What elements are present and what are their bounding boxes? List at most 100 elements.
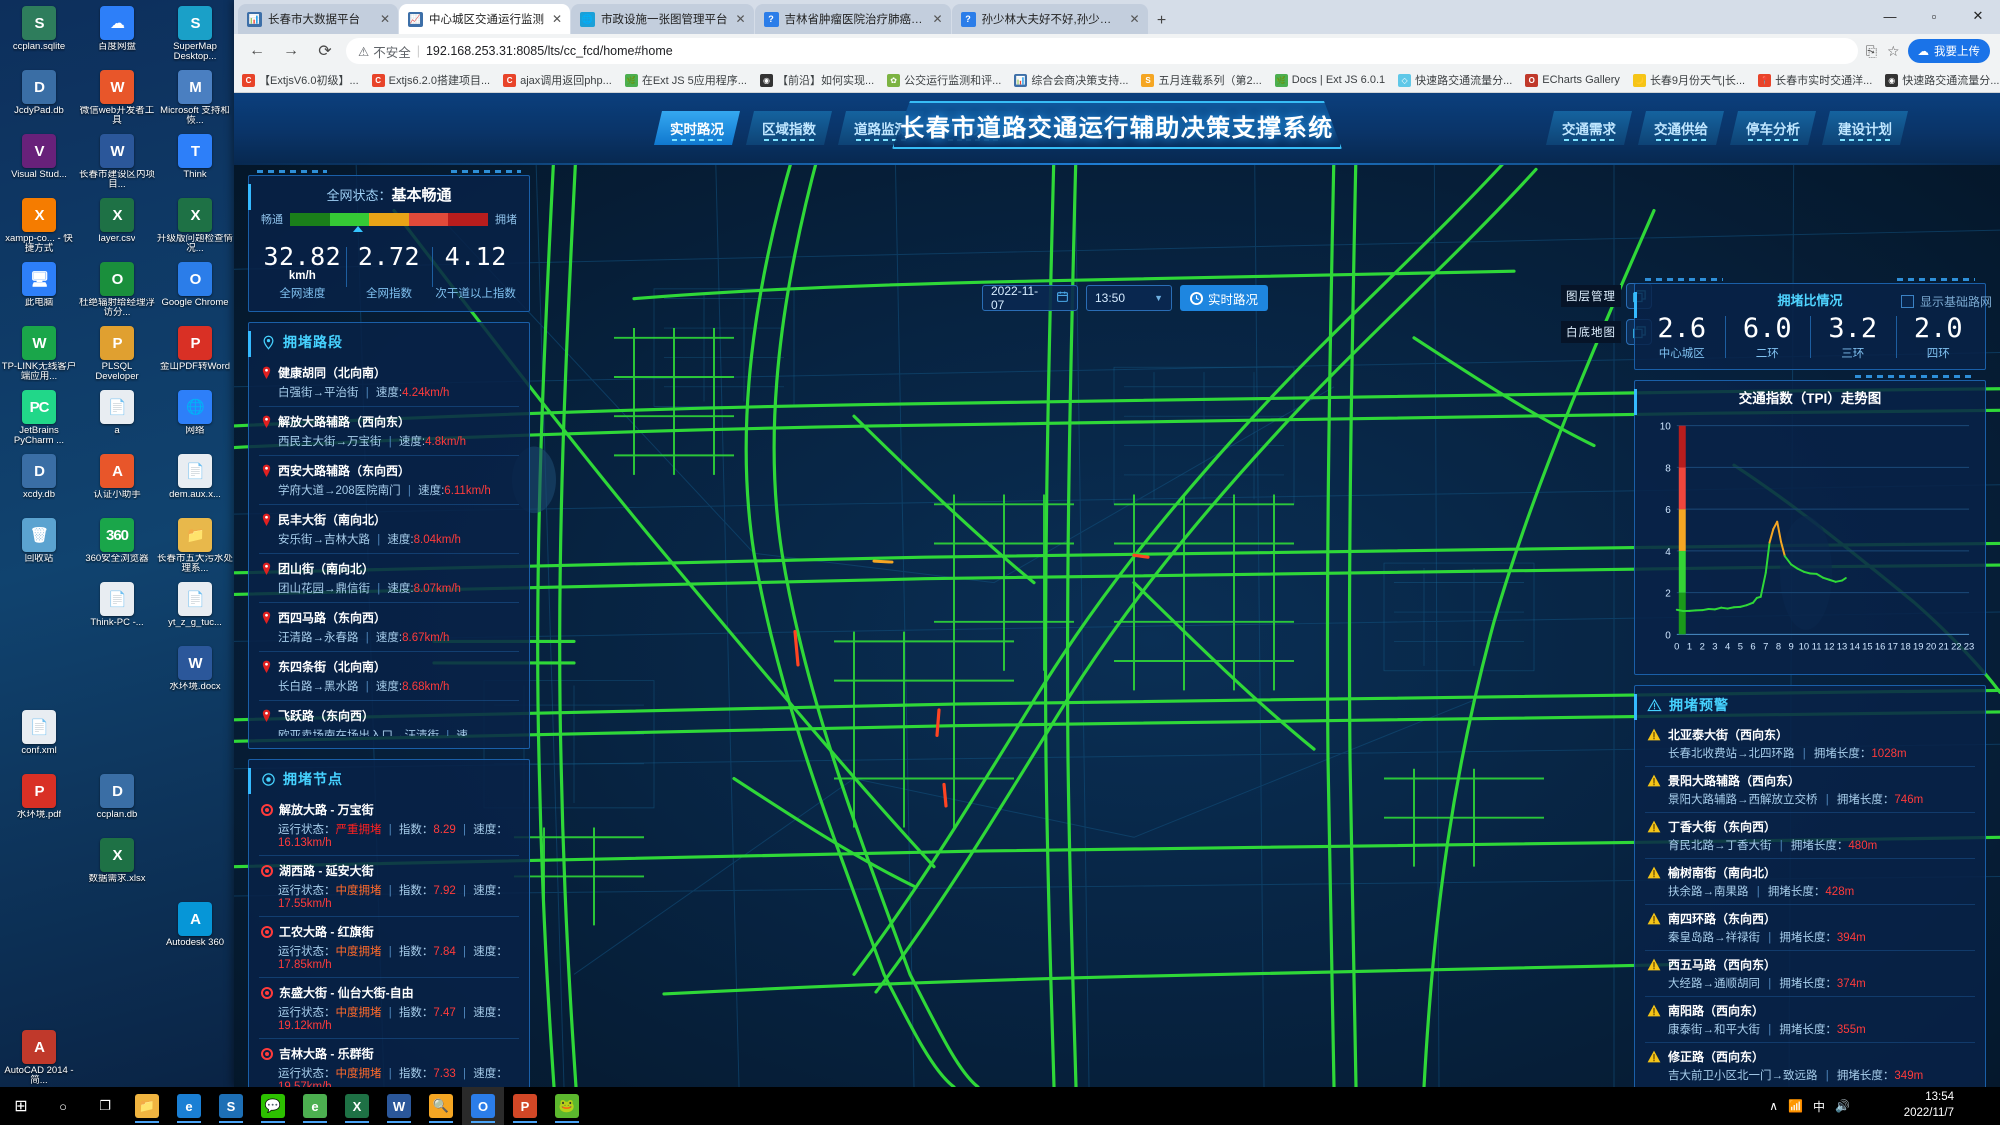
desktop-icon[interactable]: S SuperMap Desktop... bbox=[156, 4, 234, 68]
tray-icon[interactable]: 中 bbox=[1813, 1098, 1825, 1115]
bookmark-item[interactable]: ◉ 【前沿】如何实现... bbox=[760, 72, 874, 88]
maximize-button[interactable]: ▫ bbox=[1912, 0, 1956, 32]
tab-close-icon[interactable]: ✕ bbox=[378, 12, 392, 26]
time-select[interactable]: 13:50 ▼ bbox=[1086, 285, 1172, 311]
taskbar-task-view[interactable]: ❐ bbox=[84, 1087, 126, 1125]
realtime-traffic-button[interactable]: 实时路况 bbox=[1180, 285, 1268, 311]
bookmark-star-icon[interactable]: ☆ bbox=[1887, 43, 1900, 60]
tab-close-icon[interactable]: ✕ bbox=[1128, 12, 1142, 26]
desktop-icon[interactable]: P 金山PDF转Word bbox=[156, 324, 234, 388]
taskbar-xunlei[interactable]: 🐸 bbox=[546, 1087, 588, 1125]
taskbar-chrome[interactable]: O bbox=[462, 1087, 504, 1125]
desktop-icon[interactable]: O 杜绝辐射给经理浮访分... bbox=[78, 260, 156, 324]
nav-tab[interactable]: 建设计划 bbox=[1822, 111, 1908, 145]
tab-close-icon[interactable]: ✕ bbox=[734, 12, 748, 26]
tab-close-icon[interactable]: ✕ bbox=[550, 12, 564, 26]
desktop-icon[interactable]: PC JetBrains PyCharm ... bbox=[0, 388, 78, 452]
back-button[interactable]: ← bbox=[244, 38, 270, 64]
nav-tab[interactable]: 交通供给 bbox=[1638, 111, 1724, 145]
desktop-icon[interactable]: V Visual Stud... bbox=[0, 132, 78, 196]
desktop-icon[interactable]: A Autodesk 360 bbox=[156, 900, 234, 964]
congested-node-row[interactable]: 吉林大路 - 乐群街 运行状态：中度拥堵 | 指数：7.33 | 速度：19.5… bbox=[259, 1039, 519, 1087]
bookmark-item[interactable]: C 【ExtjsV6.0初级】... bbox=[242, 72, 359, 88]
congested-road-row[interactable]: 民丰大街（南向北） 安乐街→吉林大路 | 速度:8.04km/h bbox=[259, 505, 519, 554]
taskbar-search-tool[interactable]: 🔍 bbox=[420, 1087, 462, 1125]
bookmark-item[interactable]: ✿ 公交运行监测和评... bbox=[887, 72, 1001, 88]
tray-icon[interactable]: 📶 bbox=[1788, 1099, 1803, 1113]
bookmark-item[interactable]: 📍 长春市实时交通洋... bbox=[1758, 72, 1872, 88]
nav-tab[interactable]: 停车分析 bbox=[1730, 111, 1816, 145]
desktop-icon[interactable]: X layer.csv bbox=[78, 196, 156, 260]
desktop-icon[interactable]: D JcdyPad.db bbox=[0, 68, 78, 132]
warning-row[interactable]: 南阳路（西向东） 康泰街→和平大街 | 拥堵长度：355m bbox=[1645, 997, 1975, 1043]
congested-road-row[interactable]: 西四马路（东向西） 汪清路→永春路 | 速度:8.67km/h bbox=[259, 603, 519, 652]
desktop-icon[interactable]: 📄 Think-PC -... bbox=[78, 580, 156, 644]
desktop-icon[interactable]: X 数据需求.xlsx bbox=[78, 836, 156, 900]
taskbar-supermap[interactable]: S bbox=[210, 1087, 252, 1125]
desktop-icon[interactable]: A 认证小助手 bbox=[78, 452, 156, 516]
desktop-icon[interactable]: S ccplan.sqlite bbox=[0, 4, 78, 68]
bookmark-item[interactable]: O ECharts Gallery bbox=[1525, 74, 1620, 87]
desktop-icon[interactable]: X 升级版问题检查情况... bbox=[156, 196, 234, 260]
desktop-icon[interactable]: 📄 a bbox=[78, 388, 156, 452]
taskbar-file-explorer[interactable]: 📁 bbox=[126, 1087, 168, 1125]
warning-row[interactable]: 景阳大路辅路（西向东） 景阳大路辅路→西解放立交桥 | 拥堵长度：746m bbox=[1645, 767, 1975, 813]
warning-row[interactable]: 北亚泰大街（西向东） 长春北收费站→北四环路 | 拥堵长度：1028m bbox=[1645, 721, 1975, 767]
desktop-icon[interactable]: P PLSQL Developer bbox=[78, 324, 156, 388]
congested-road-row[interactable]: 西安大路辅路（东向西） 学府大道→208医院南门 | 速度:6.11km/h bbox=[259, 456, 519, 505]
taskbar-cortana[interactable]: ○ bbox=[42, 1087, 84, 1125]
desktop-icon[interactable]: 📄 yt_z_g_tuc... bbox=[156, 580, 234, 644]
congested-road-row[interactable]: 飞跃路（东向西） 欧亚卖场南在场出入口→汪清街 | 速度:8.75km/h bbox=[259, 701, 519, 742]
basenet-toggle[interactable]: 显示基础路网 bbox=[1901, 293, 1992, 310]
bookmark-item[interactable]: 🌙 长春9月份天气|长... bbox=[1633, 72, 1745, 88]
bookmark-item[interactable]: C ajax调用返回php... bbox=[503, 72, 612, 88]
checkbox-icon[interactable] bbox=[1901, 295, 1914, 308]
desktop-icon[interactable]: W 微信web开发者工具 bbox=[78, 68, 156, 132]
desktop-icon[interactable]: 🗑 回收站 bbox=[0, 516, 78, 580]
minimize-button[interactable]: — bbox=[1868, 0, 1912, 32]
desktop-icon[interactable]: W 长春市建设区内项目... bbox=[78, 132, 156, 196]
nav-tab[interactable]: 区域指数 bbox=[746, 111, 832, 145]
address-bar[interactable]: ⚠ 不安全 | 192.168.253.31:8085/lts/cc_fcd/h… bbox=[346, 38, 1858, 64]
congested-road-row[interactable]: 团山街（南向北） 团山花园→鼎信街 | 速度:8.07km/h bbox=[259, 554, 519, 603]
desktop-icon[interactable]: W TP-LINK无线客户端应用... bbox=[0, 324, 78, 388]
bookmark-item[interactable]: 🌿 Docs | Ext JS 6.0.1 bbox=[1275, 74, 1385, 87]
bookmark-item[interactable]: C Extjs6.2.0搭建项目... bbox=[372, 72, 490, 88]
desktop-icon[interactable]: T Think bbox=[156, 132, 234, 196]
taskbar-word[interactable]: W bbox=[378, 1087, 420, 1125]
date-picker[interactable]: 2022-11-07 bbox=[982, 285, 1078, 311]
taskbar-powerpoint[interactable]: P bbox=[504, 1087, 546, 1125]
congested-node-row[interactable]: 工农大路 - 红旗街 运行状态：中度拥堵 | 指数：7.84 | 速度：17.8… bbox=[259, 917, 519, 978]
nav-tab[interactable]: 实时路况 bbox=[654, 111, 740, 145]
taskbar-excel[interactable]: X bbox=[336, 1087, 378, 1125]
tpi-chart-plot[interactable]: 0246810012345678910111213141516171819202… bbox=[1643, 409, 1977, 667]
bookmark-item[interactable]: 🌿 在Ext JS 5应用程序... bbox=[625, 72, 747, 88]
congested-node-row[interactable]: 东盛大街 - 仙台大街-自由 运行状态：中度拥堵 | 指数：7.47 | 速度：… bbox=[259, 978, 519, 1039]
tray-icon[interactable]: ∧ bbox=[1769, 1099, 1778, 1113]
desktop-icon[interactable]: P 水环境.pdf bbox=[0, 772, 78, 836]
desktop-icon[interactable]: 🌐 网络 bbox=[156, 388, 234, 452]
congested-road-row[interactable]: 东四条街（北向南） 长白路→黑水路 | 速度:8.68km/h bbox=[259, 652, 519, 701]
nav-tab[interactable]: 交通需求 bbox=[1546, 111, 1632, 145]
tab-close-icon[interactable]: ✕ bbox=[931, 12, 945, 26]
reload-button[interactable]: ⟳ bbox=[312, 38, 338, 64]
bookmark-item[interactable]: ◇ 快速路交通流量分... bbox=[1398, 72, 1512, 88]
desktop-icon[interactable]: D xcdy.db bbox=[0, 452, 78, 516]
desktop-icon[interactable]: X xampp-co... - 快捷方式 bbox=[0, 196, 78, 260]
bookmark-item[interactable]: ◉ 快速路交通流量分... bbox=[1885, 72, 1999, 88]
congested-road-row[interactable]: 解放大路辅路（西向东） 西民主大街→万宝街 | 速度:4.8km/h bbox=[259, 407, 519, 456]
bookmark-item[interactable]: S 五月连载系列（第2... bbox=[1141, 72, 1261, 88]
start-button[interactable]: ⊞ bbox=[0, 1087, 42, 1125]
tray-icon[interactable]: 🔊 bbox=[1835, 1099, 1850, 1113]
desktop-icon[interactable]: 📁 长春市五大污水处理系... bbox=[156, 516, 234, 580]
desktop-icon[interactable]: 🖥 此电脑 bbox=[0, 260, 78, 324]
desktop-icon[interactable]: 📄 conf.xml bbox=[0, 708, 78, 772]
browser-tab[interactable]: 📊 长春市大数据平台 ✕ bbox=[238, 4, 398, 34]
desktop-icon[interactable]: M Microsoft 支持和恢... bbox=[156, 68, 234, 132]
warning-row[interactable]: 丁香大街（东向西） 育民北路→丁香大街 | 拥堵长度：480m bbox=[1645, 813, 1975, 859]
taskbar-edge[interactable]: e bbox=[168, 1087, 210, 1125]
desktop-icon[interactable]: W 水环境.docx bbox=[156, 644, 234, 708]
warning-row[interactable]: 榆树南街（南向北） 扶余路→南果路 | 拥堵长度：428m bbox=[1645, 859, 1975, 905]
browser-tab[interactable]: 📈 中心城区交通运行监测 ✕ bbox=[399, 4, 570, 34]
bookmark-item[interactable]: 📊 综合会商决策支持... bbox=[1014, 72, 1128, 88]
